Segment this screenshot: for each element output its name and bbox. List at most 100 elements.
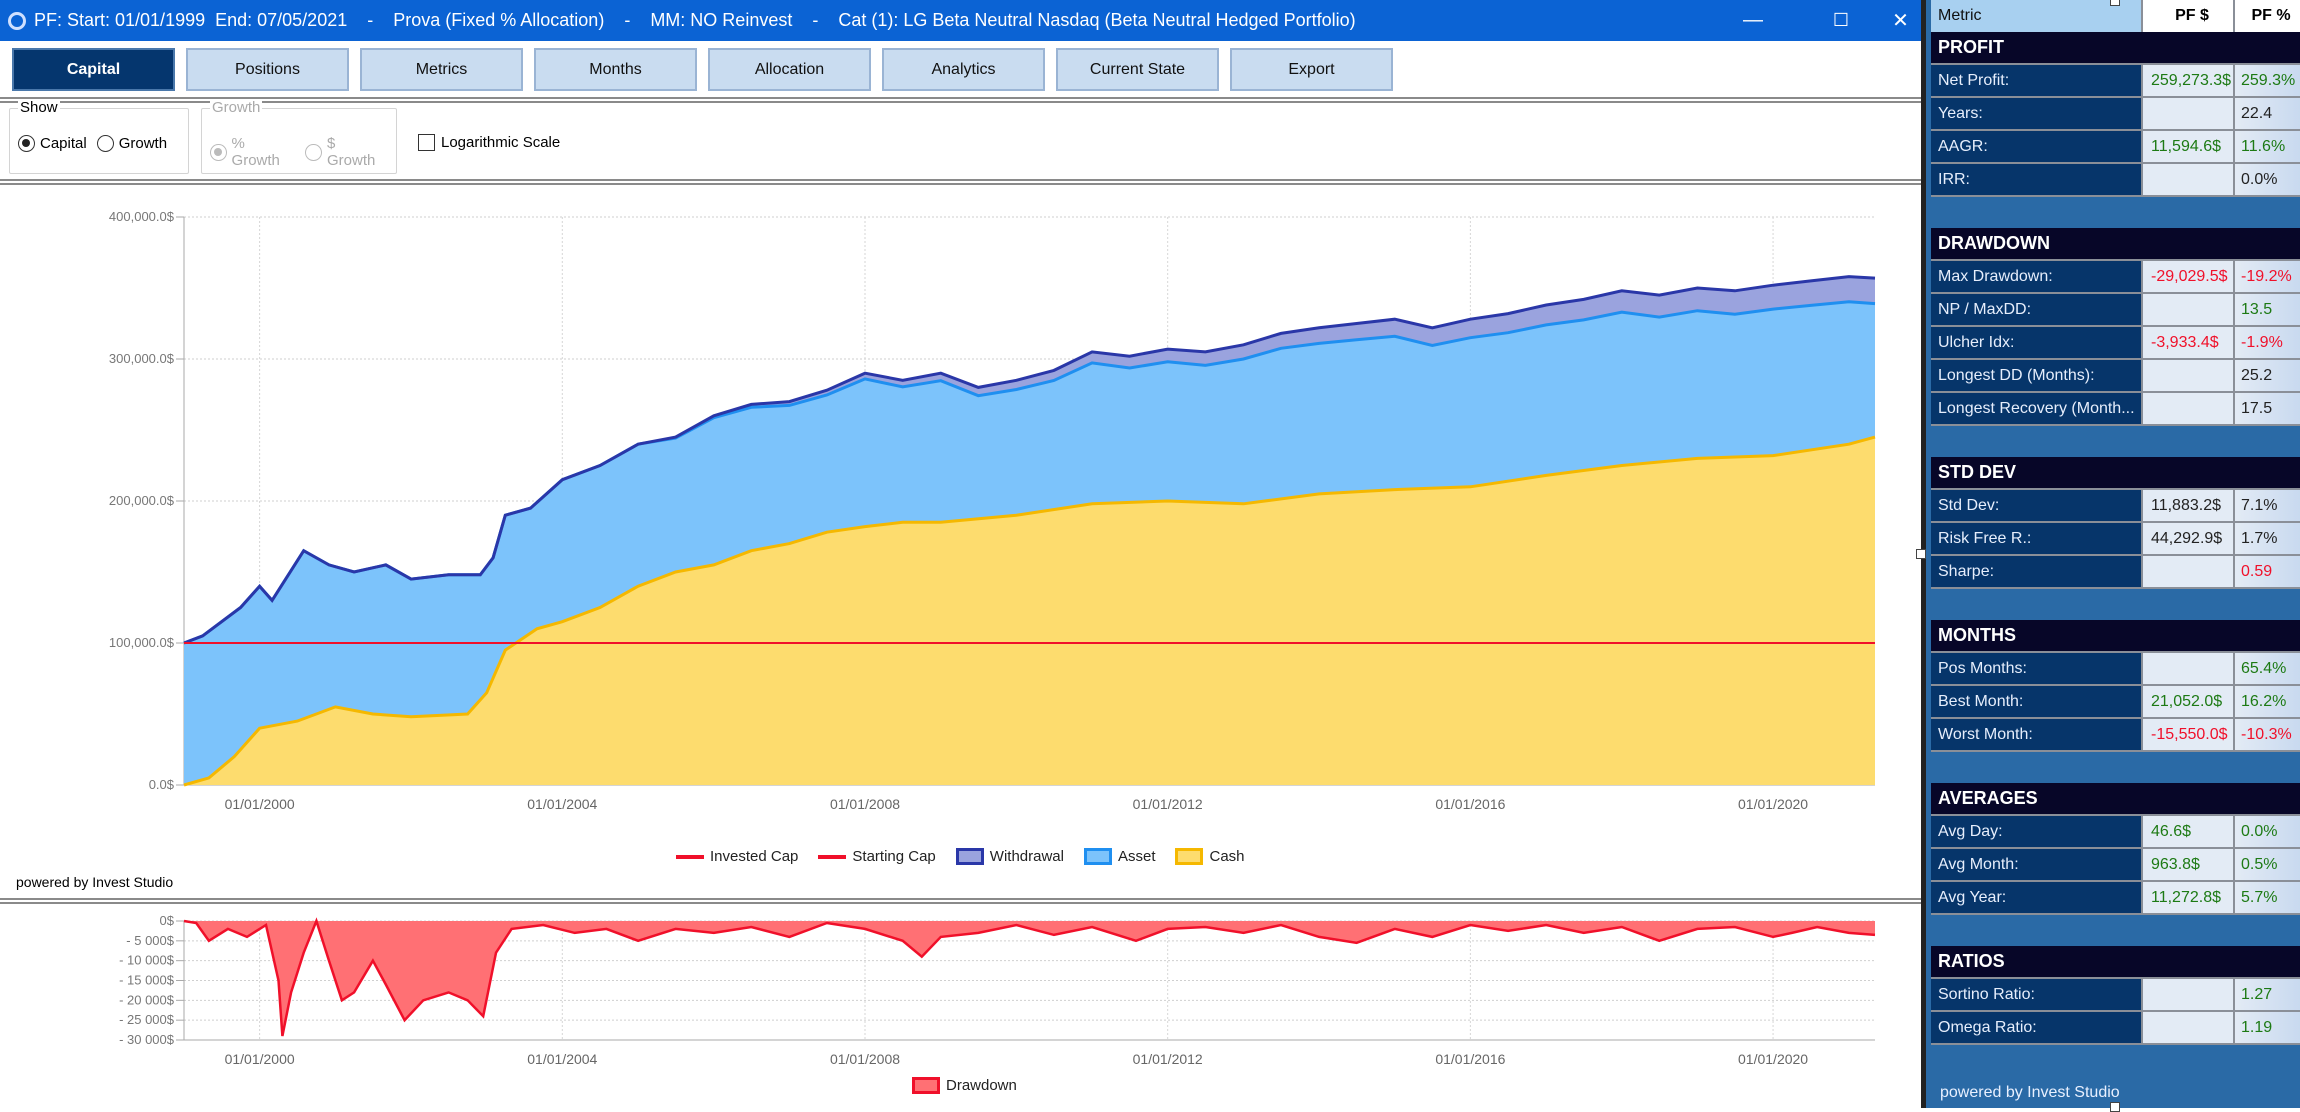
metric-value-usd: -15,550.0$ <box>2141 719 2233 752</box>
x-tick-label: 01/01/2004 <box>527 1051 597 1067</box>
metric-value-pct: 0.0% <box>2233 816 2300 849</box>
metric-row[interactable]: Avg Day: 46.6$ 0.0% <box>1931 816 2300 849</box>
resize-handle[interactable] <box>2110 0 2120 6</box>
y-tick-label: 0$ <box>160 913 175 928</box>
metric-row[interactable]: Longest DD (Months): 25.2 <box>1931 360 2300 393</box>
metric-row[interactable]: Best Month: 21,052.0$ 16.2% <box>1931 686 2300 719</box>
section-header-profit: PROFIT <box>1931 32 2300 65</box>
metric-label: NP / MaxDD: <box>1931 294 2141 327</box>
x-tick-label: 01/01/2016 <box>1435 796 1505 812</box>
x-tick-label: 01/01/2012 <box>1133 1051 1203 1067</box>
metric-value-pct: 1.27 <box>2233 979 2300 1012</box>
metric-row[interactable]: Pos Months: 65.4% <box>1931 653 2300 686</box>
metric-value-usd <box>2141 360 2233 393</box>
metric-row[interactable]: Net Profit: 259,273.3$ 259.3% <box>1931 65 2300 98</box>
metric-label: Ulcher Idx: <box>1931 327 2141 360</box>
metric-label: Net Profit: <box>1931 65 2141 98</box>
metric-value-usd <box>2141 1012 2233 1045</box>
metric-value-pct: 5.7% <box>2233 882 2300 915</box>
capital-legend: Invested Cap Starting Cap Withdrawal Ass… <box>676 848 1245 865</box>
metric-row[interactable]: Sortino Ratio: 1.27 <box>1931 979 2300 1012</box>
metric-row[interactable]: Avg Month: 963.8$ 0.5% <box>1931 849 2300 882</box>
legend-swatch-withdrawal <box>955 848 984 865</box>
metric-value-usd <box>2141 556 2233 589</box>
metric-value-pct: 16.2% <box>2233 686 2300 719</box>
metric-label: Longest DD (Months): <box>1931 360 2141 393</box>
metric-row[interactable]: Years: 22.4 <box>1931 98 2300 131</box>
metric-label: Std Dev: <box>1931 490 2141 523</box>
metric-label: Longest Recovery (Month... <box>1931 393 2141 426</box>
section-header-ratios: RATIOS <box>1931 946 2300 979</box>
metric-value-pct: 0.0% <box>2233 164 2300 197</box>
metric-row[interactable]: Risk Free R.: 44,292.9$ 1.7% <box>1931 523 2300 556</box>
metric-value-usd <box>2141 98 2233 131</box>
legend-swatch-cash <box>1175 848 1204 865</box>
resize-handle[interactable] <box>1916 549 1926 559</box>
metric-value-pct: 1.19 <box>2233 1012 2300 1045</box>
metric-row[interactable]: Avg Year: 11,272.8$ 5.7% <box>1931 882 2300 915</box>
column-header-pf-pct[interactable]: PF % <box>2233 0 2300 32</box>
metric-label: Omega Ratio: <box>1931 1012 2141 1045</box>
y-tick-label: - 25 000$ <box>119 1012 175 1027</box>
x-tick-label: 01/01/2000 <box>225 796 295 812</box>
legend-swatch-invested <box>676 854 704 859</box>
metric-label: Sortino Ratio: <box>1931 979 2141 1012</box>
metric-label: Avg Day: <box>1931 816 2141 849</box>
metric-label: Best Month: <box>1931 686 2141 719</box>
x-tick-label: 01/01/2012 <box>1133 796 1203 812</box>
metric-value-pct: 1.7% <box>2233 523 2300 556</box>
metric-value-usd: -29,029.5$ <box>2141 261 2233 294</box>
metric-value-usd: 21,052.0$ <box>2141 686 2233 719</box>
section-header-drawdown: DRAWDOWN <box>1931 228 2300 261</box>
section-header-std-dev: STD DEV <box>1931 457 2300 490</box>
metric-value-usd <box>2141 393 2233 426</box>
metric-row[interactable]: Max Drawdown: -29,029.5$ -19.2% <box>1931 261 2300 294</box>
metric-value-pct: 17.5 <box>2233 393 2300 426</box>
metric-row[interactable]: IRR: 0.0% <box>1931 164 2300 197</box>
metrics-panel: Metric PF $ PF % PROFIT Net Profit: 259,27… <box>1921 0 2300 1108</box>
metric-value-pct: 0.59 <box>2233 556 2300 589</box>
metric-value-usd: 963.8$ <box>2141 849 2233 882</box>
metric-label: Pos Months: <box>1931 653 2141 686</box>
metric-row[interactable]: AAGR: 11,594.6$ 11.6% <box>1931 131 2300 164</box>
y-tick-label: - 20 000$ <box>119 992 175 1007</box>
legend-label: Invested Cap <box>710 848 799 865</box>
x-tick-label: 01/01/2016 <box>1435 1051 1505 1067</box>
metric-value-pct: 7.1% <box>2233 490 2300 523</box>
section-header-averages: AVERAGES <box>1931 783 2300 816</box>
metric-row[interactable]: Longest Recovery (Month... 17.5 <box>1931 393 2300 426</box>
drawdown-area <box>184 921 1875 1036</box>
metric-value-pct: 259.3% <box>2233 65 2300 98</box>
metric-label: IRR: <box>1931 164 2141 197</box>
y-tick-label: 0.0$ <box>149 777 175 792</box>
metric-label: Years: <box>1931 98 2141 131</box>
section-header-months: MONTHS <box>1931 620 2300 653</box>
metric-row[interactable]: NP / MaxDD: 13.5 <box>1931 294 2300 327</box>
legend-label: Drawdown <box>946 1077 1017 1094</box>
metric-value-pct: 25.2 <box>2233 360 2300 393</box>
metric-value-usd: 46.6$ <box>2141 816 2233 849</box>
legend-swatch-asset <box>1083 848 1112 865</box>
y-tick-label: - 30 000$ <box>119 1032 175 1047</box>
metric-row[interactable]: Worst Month: -15,550.0$ -10.3% <box>1931 719 2300 752</box>
divider <box>0 898 1921 900</box>
metric-value-usd <box>2141 294 2233 327</box>
resize-handle[interactable] <box>2110 1102 2120 1112</box>
legend-label: Asset <box>1117 848 1156 865</box>
y-tick-label: 400,000.0$ <box>109 209 175 224</box>
metric-value-usd: -3,933.4$ <box>2141 327 2233 360</box>
metric-row[interactable]: Omega Ratio: 1.19 <box>1931 1012 2300 1045</box>
metric-row[interactable]: Std Dev: 11,883.2$ 7.1% <box>1931 490 2300 523</box>
column-header-pf-usd[interactable]: PF $ <box>2141 0 2233 32</box>
metric-value-usd <box>2141 979 2233 1012</box>
metric-value-pct: -1.9% <box>2233 327 2300 360</box>
panel-powered-by: powered by Invest Studio <box>1940 1084 2120 1101</box>
metric-value-usd <box>2141 653 2233 686</box>
metric-value-pct: 0.5% <box>2233 849 2300 882</box>
x-tick-label: 01/01/2008 <box>830 796 900 812</box>
metric-value-usd <box>2141 164 2233 197</box>
metric-value-pct: -10.3% <box>2233 719 2300 752</box>
legend-label: Withdrawal <box>989 848 1064 865</box>
metric-row[interactable]: Sharpe: 0.59 <box>1931 556 2300 589</box>
metric-row[interactable]: Ulcher Idx: -3,933.4$ -1.9% <box>1931 327 2300 360</box>
